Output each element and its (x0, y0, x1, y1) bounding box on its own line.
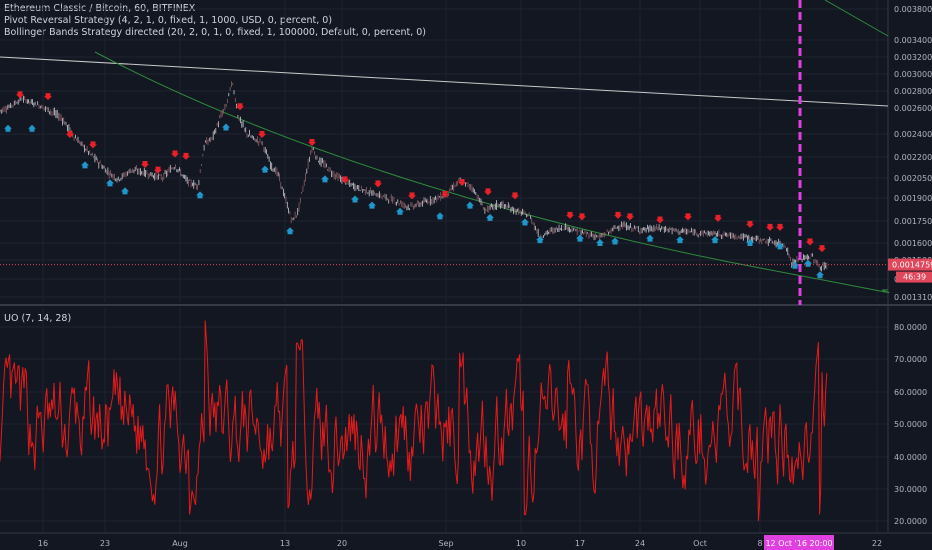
sell-signal-marker (16, 91, 24, 99)
resistance-trendline (0, 56, 889, 107)
sell-signal-marker (374, 180, 382, 188)
sell-signal-marker (656, 216, 664, 224)
sell-signal-marker (614, 211, 622, 219)
oscillator-tick-label: 20.0000 (894, 517, 927, 526)
oscillator-tick-label: 50.0000 (894, 420, 927, 429)
sell-signal-marker (154, 166, 162, 174)
oscillator-tick-label: 40.0000 (894, 453, 927, 462)
buy-signal-marker (321, 175, 329, 183)
buy-signal-marker (576, 234, 584, 242)
time-tick-label: 24 (635, 539, 645, 548)
sell-signal-marker (236, 103, 244, 111)
sell-signal-marker (141, 161, 149, 168)
countdown-label: 46:39 (903, 273, 926, 282)
oscillator-tick-label: 60.0000 (894, 388, 927, 397)
signals-group (4, 91, 826, 279)
buy-signal-marker (261, 165, 269, 173)
sell-signal-marker (818, 245, 826, 253)
price-tick-label: 0.0026000 (894, 104, 932, 113)
oscillator-tick-label: 80.0000 (894, 323, 927, 332)
price-tick-label: 0.0032000 (894, 53, 932, 62)
oscillator-tick-label: 70.0000 (894, 355, 927, 364)
buy-signal-marker (596, 239, 604, 246)
buy-signal-marker (646, 234, 654, 242)
time-tick-label: 17 (575, 539, 585, 548)
price-tick-label: 0.0019000 (894, 194, 932, 203)
sell-signal-marker (746, 220, 754, 228)
buy-signal-marker (521, 218, 529, 226)
price-tick-label: 0.0020500 (894, 174, 932, 183)
sell-signal-marker (684, 213, 692, 221)
uo-line (0, 320, 828, 522)
time-tick-label: 13 (280, 539, 290, 548)
time-tick-label: 23 (100, 539, 110, 548)
time-tick-label: Sep (438, 539, 453, 548)
buy-signal-marker (436, 212, 444, 220)
price-tick-label: 0.0038000 (894, 5, 932, 14)
upper-channel-line (824, 0, 889, 37)
sell-signal-marker (776, 223, 784, 231)
price-tick-label: 0.0034000 (894, 36, 932, 45)
time-tick-label: 8 (757, 539, 762, 548)
time-tick-label: 10 (516, 539, 526, 548)
buy-signal-marker (486, 213, 494, 221)
buy-signal-marker (4, 124, 12, 132)
price-tick-label: 0.0028000 (894, 87, 932, 96)
price-tick-label: 0.0017500 (894, 217, 932, 226)
buy-signal-marker (791, 261, 799, 269)
time-tick-label: Oct (693, 539, 707, 548)
last-price-label: 0.0014759 (892, 261, 932, 270)
sell-signal-marker (626, 213, 634, 221)
time-tick-label: 22 (872, 539, 882, 548)
buy-signal-marker (711, 236, 719, 244)
buy-signal-marker (106, 179, 114, 187)
buy-signal-marker (351, 195, 359, 203)
sell-signal-marker (182, 152, 190, 160)
buy-signal-marker (286, 227, 294, 235)
buy-signal-marker (368, 201, 376, 209)
time-tick-label: Aug (172, 539, 188, 548)
sell-signal-marker (308, 139, 316, 147)
buy-signal-marker (222, 123, 230, 131)
buy-signal-marker (121, 187, 129, 195)
sell-signal-marker (258, 131, 266, 138)
buy-signal-marker (536, 236, 544, 244)
price-tick-label: 0.0030000 (894, 70, 932, 79)
buy-signal-marker (676, 236, 684, 244)
buy-signal-marker (196, 191, 204, 199)
price-tick-label: 0.0024000 (894, 130, 932, 139)
sell-signal-marker (766, 223, 774, 231)
buy-signal-marker (804, 259, 812, 267)
time-tick-label: 20 (337, 539, 347, 548)
price-tick-label: 0.0013100 (894, 293, 932, 302)
buy-signal-marker (28, 124, 36, 132)
sell-signal-marker (44, 93, 52, 101)
price-tick-label: 0.0022000 (894, 153, 932, 162)
buy-signal-marker (816, 271, 824, 279)
chart-canvas[interactable]: 0.0038000 0.0034000 0.0032000 0.0030000 0.00… (0, 0, 932, 550)
sell-signal-marker (89, 141, 97, 149)
sell-signal-marker (578, 213, 586, 221)
buy-signal-marker (81, 161, 89, 169)
sell-signal-marker (566, 211, 574, 219)
time-tick-label: 16 (38, 539, 48, 548)
buy-signal-marker (396, 207, 404, 215)
sell-signal-marker (484, 188, 492, 196)
sell-signal-marker (806, 238, 814, 246)
lower-channel-line (94, 51, 890, 294)
price-tick-label: 0.0016000 (894, 239, 932, 248)
cursor-date-label: 12 Oct '16 20:00 (765, 539, 832, 548)
buy-signal-marker (466, 201, 474, 209)
oscillator-tick-label: 30.0000 (894, 485, 927, 494)
